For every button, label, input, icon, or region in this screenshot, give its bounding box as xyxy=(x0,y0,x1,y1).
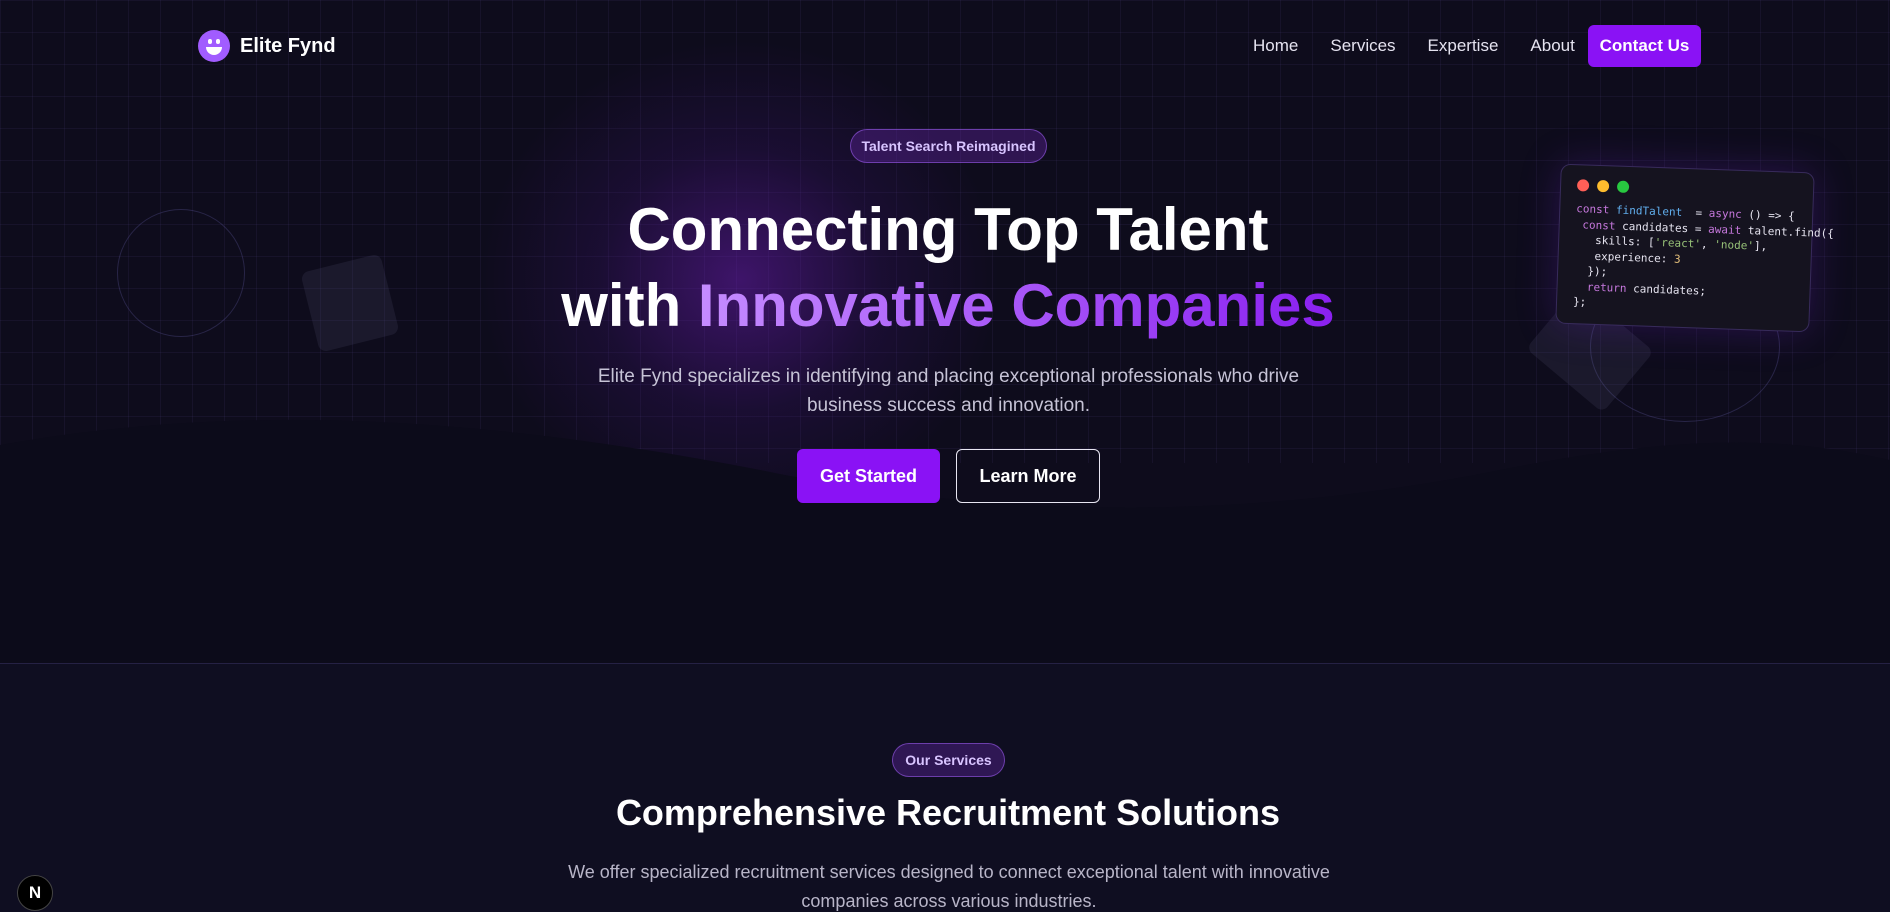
services-title: Comprehensive Recruitment Solutions xyxy=(615,792,1281,833)
brand-name: Elite Fynd xyxy=(240,34,336,57)
nav-services[interactable]: Services xyxy=(1330,36,1395,56)
hero-section: Elite Fynd Home Services Expertise About… xyxy=(0,0,1890,663)
hero-badge: Talent Search Reimagined xyxy=(850,129,1047,163)
top-navbar: Elite Fynd Home Services Expertise About… xyxy=(0,0,1890,92)
get-started-button[interactable]: Get Started xyxy=(797,449,940,503)
window-dots xyxy=(1576,179,1797,199)
close-dot-icon xyxy=(1576,179,1590,192)
code-block: const findTalent = async () => { const c… xyxy=(1573,201,1834,317)
services-subtitle: We offer specialized recruitment service… xyxy=(568,862,1330,911)
hero-title-prefix: with xyxy=(561,272,698,339)
hero-title-line1: Connecting Top Talent xyxy=(627,196,1269,263)
hero-title-accent: Innovative Companies xyxy=(697,272,1335,339)
nav-links: Home Services Expertise About xyxy=(1253,36,1575,56)
minimize-dot-icon xyxy=(1596,179,1610,193)
maximize-dot-icon xyxy=(1616,180,1630,194)
hero-subtitle: Elite Fynd specializes in identifying an… xyxy=(597,366,1300,416)
nav-expertise[interactable]: Expertise xyxy=(1428,36,1499,56)
nav-home[interactable]: Home xyxy=(1253,36,1298,56)
code-snippet-card: const findTalent = async () => { const c… xyxy=(1555,163,1834,333)
brand-logo[interactable]: Elite Fynd xyxy=(198,30,336,62)
dev-tools-badge[interactable]: N xyxy=(17,875,53,911)
contact-us-button[interactable]: Contact Us xyxy=(1588,25,1701,67)
services-badge: Our Services xyxy=(892,743,1005,777)
learn-more-button[interactable]: Learn More xyxy=(956,449,1100,503)
smiley-icon xyxy=(198,30,230,62)
nav-about[interactable]: About xyxy=(1530,36,1574,56)
